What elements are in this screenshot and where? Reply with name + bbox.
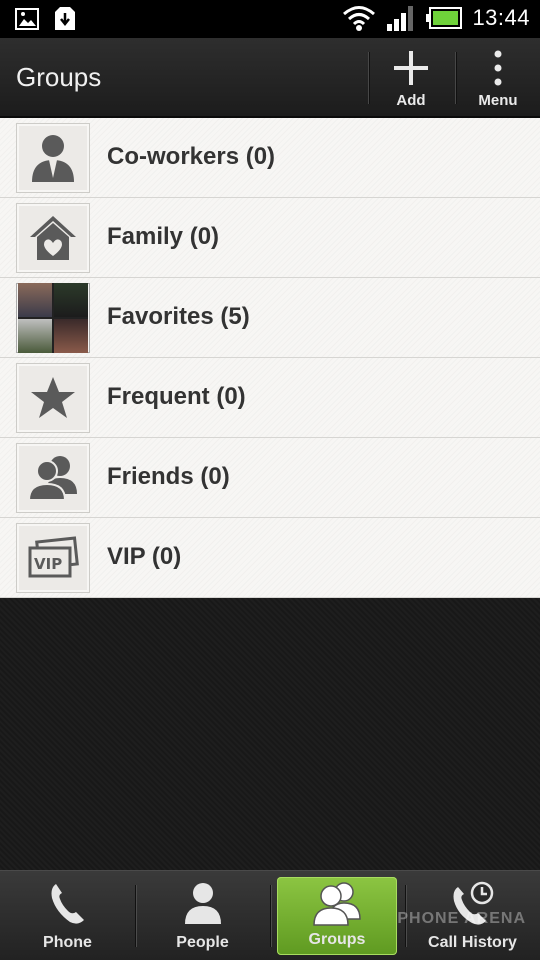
- tab-label: Groups: [308, 931, 366, 948]
- empty-background: [0, 598, 540, 870]
- status-time: 13:44: [472, 5, 530, 30]
- list-item-family[interactable]: Family (0): [0, 198, 540, 278]
- list-item-friends[interactable]: Friends (0): [0, 438, 540, 518]
- group-thumbnail: [16, 363, 90, 433]
- action-bar: Groups Add Menu: [0, 38, 540, 118]
- group-label: Co-workers (0): [107, 143, 276, 170]
- group-thumbnail: [16, 123, 90, 193]
- group-icon: [312, 881, 362, 927]
- phone-icon: [48, 881, 88, 927]
- group-label: Friends (0): [107, 463, 230, 490]
- status-bar: 13:44: [0, 0, 540, 38]
- friends-icon: [27, 456, 77, 501]
- group-label: VIP (0): [107, 543, 182, 570]
- star-icon: [31, 377, 75, 418]
- list-item-vip[interactable]: VIP VIP (0): [0, 518, 540, 598]
- group-label: Family (0): [107, 223, 220, 250]
- plus-icon: [393, 50, 429, 86]
- tab-people[interactable]: People: [135, 871, 270, 960]
- group-thumbnail: VIP: [16, 523, 90, 593]
- coworker-icon: [32, 135, 74, 182]
- tab-label: People: [176, 934, 229, 951]
- svg-text:VIP: VIP: [34, 555, 62, 573]
- group-thumbnail: [16, 203, 90, 273]
- tab-separator: [270, 885, 271, 947]
- overflow-menu-icon: [493, 50, 503, 86]
- list-item-favorites[interactable]: Favorites (5): [0, 278, 540, 358]
- home-heart-icon: [30, 216, 76, 260]
- tab-label: Phone: [43, 934, 92, 951]
- vip-icon: VIP: [28, 536, 79, 578]
- group-list: Co-workers (0) Family (0) Favorites (5): [0, 118, 540, 598]
- person-icon: [183, 881, 223, 927]
- download-icon: [55, 7, 75, 30]
- group-label: Favorites (5): [107, 303, 250, 330]
- watermark: PHONE ARENA: [397, 910, 526, 927]
- tab-groups[interactable]: Groups: [277, 877, 397, 955]
- signal-icon: [387, 6, 414, 31]
- image-icon: [15, 8, 39, 30]
- page-title: Groups: [16, 62, 102, 92]
- list-item-frequent[interactable]: Frequent (0): [0, 358, 540, 438]
- list-item-coworkers[interactable]: Co-workers (0): [0, 118, 540, 198]
- favorites-photo-collage: [18, 283, 88, 353]
- add-label: Add: [396, 92, 426, 109]
- menu-label: Menu: [478, 92, 518, 109]
- group-thumbnail: [16, 443, 90, 513]
- menu-button[interactable]: Menu: [456, 38, 540, 118]
- group-label: Frequent (0): [107, 383, 246, 410]
- tab-label: Call History: [428, 934, 517, 951]
- add-button[interactable]: Add: [369, 38, 453, 118]
- battery-icon: [426, 7, 463, 29]
- tab-phone[interactable]: Phone: [0, 871, 135, 960]
- group-thumbnail: [16, 283, 90, 353]
- wifi-icon: [343, 6, 376, 31]
